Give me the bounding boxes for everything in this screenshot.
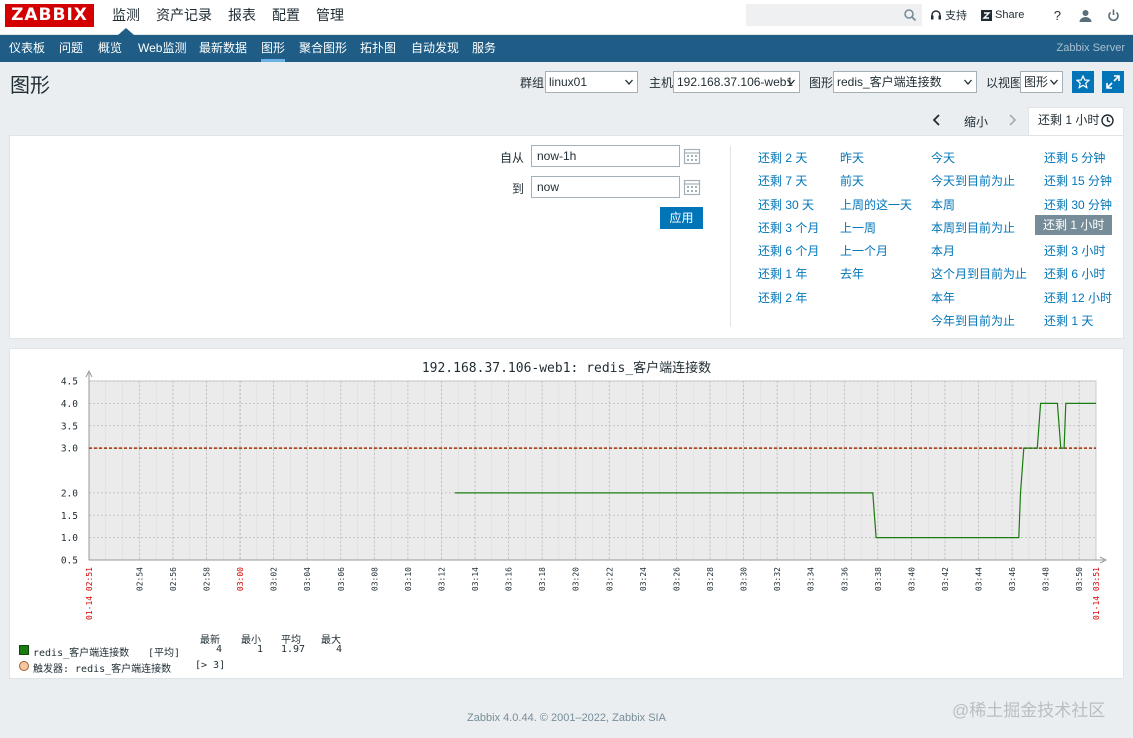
legend-value-max: 4 bbox=[336, 644, 343, 655]
watermark-text: @稀土掘金技术社区 bbox=[952, 701, 1106, 720]
graph-canvas[interactable]: 4.5 4.0 3.5 3.0 2.0 1.5 1.0 0.5 02:54 02:56 02:58 0… bbox=[0, 0, 1133, 738]
x-tick-label: 03:22 bbox=[605, 567, 614, 591]
legend-value-min: 1 bbox=[257, 644, 264, 655]
y-tick-label: 1.0 bbox=[61, 533, 78, 544]
x-tick-label: 03:46 bbox=[1008, 567, 1017, 591]
x-tick-label: 03:02 bbox=[270, 567, 279, 591]
x-tick-label: 03:36 bbox=[840, 567, 849, 591]
x-tick-label: 03:18 bbox=[538, 567, 547, 591]
x-tick-label: 03:10 bbox=[404, 567, 413, 591]
legend-series-func: [平均] bbox=[148, 648, 181, 659]
x-tick-label: 03:44 bbox=[975, 567, 984, 591]
legend-series-name: redis_客户端连接数 bbox=[33, 648, 130, 659]
x-tick-label: 03:30 bbox=[740, 567, 749, 591]
legend-value-avg: 1.97 bbox=[281, 644, 306, 655]
x-tick-label: 03:06 bbox=[337, 567, 346, 591]
legend-series-swatch bbox=[19, 645, 29, 655]
x-tick-label: 03:04 bbox=[303, 567, 312, 591]
x-tick-label: 02:54 bbox=[135, 567, 144, 591]
y-tick-label: 1.5 bbox=[61, 511, 78, 522]
x-tick-label: 03:16 bbox=[505, 567, 514, 591]
legend-trigger-label: 触发器: redis_客户端连接数 bbox=[33, 664, 172, 675]
x-tick-label: 03:42 bbox=[941, 567, 950, 591]
x-tick-label: 03:12 bbox=[437, 567, 446, 591]
legend-trigger-condition: [> 3] bbox=[195, 660, 226, 671]
x-tick-label: 02:56 bbox=[169, 567, 178, 591]
x-tick-label: 02:58 bbox=[202, 567, 211, 591]
y-tick-label: 0.5 bbox=[61, 556, 78, 567]
x-tick-label: 03:08 bbox=[370, 567, 379, 591]
y-tick-label: 3.0 bbox=[61, 444, 78, 455]
x-tick-label: 03:00 bbox=[236, 567, 245, 591]
x-tick-label: 03:32 bbox=[773, 567, 782, 591]
x-range-label: 01-14 02:51 bbox=[85, 567, 94, 620]
legend-trigger-marker bbox=[19, 661, 29, 671]
y-tick-label: 2.0 bbox=[61, 488, 78, 499]
x-tick-label: 03:24 bbox=[639, 567, 648, 591]
x-tick-label: 03:34 bbox=[807, 567, 816, 591]
x-tick-label: 03:40 bbox=[907, 567, 916, 591]
x-tick-label: 03:20 bbox=[572, 567, 581, 591]
legend-value-last: 4 bbox=[216, 644, 223, 655]
x-range-label: 01-14 03:51 bbox=[1092, 567, 1101, 620]
x-tick-label: 03:48 bbox=[1042, 567, 1051, 591]
x-tick-label: 03:38 bbox=[874, 567, 883, 591]
x-tick-label: 03:26 bbox=[672, 567, 681, 591]
y-tick-label: 3.5 bbox=[61, 421, 78, 432]
y-tick-label: 4.0 bbox=[61, 399, 78, 410]
x-tick-label: 03:14 bbox=[471, 567, 480, 591]
x-tick-label: 03:50 bbox=[1075, 567, 1084, 591]
x-tick-label: 03:28 bbox=[706, 567, 715, 591]
y-tick-label: 4.5 bbox=[61, 377, 78, 388]
